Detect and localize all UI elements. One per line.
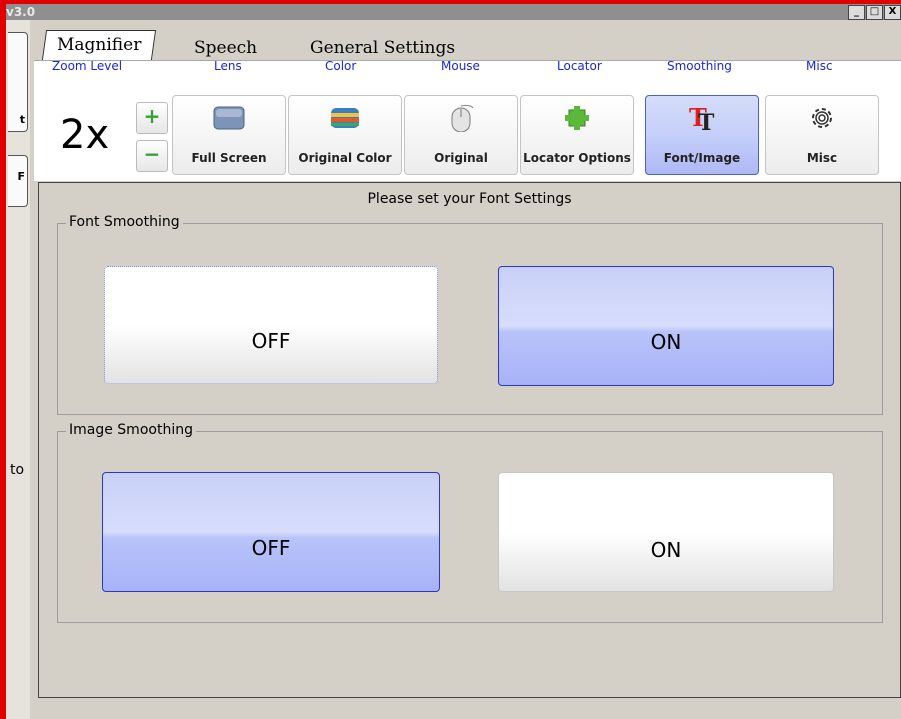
tab-general-settings[interactable]: General Settings	[310, 38, 455, 58]
color-original-button[interactable]: Original Color	[288, 95, 402, 175]
image-smoothing-on-button[interactable]: ON	[498, 472, 834, 592]
lens-rect-icon	[213, 106, 245, 130]
image-smoothing-title: Image Smoothing	[66, 422, 196, 438]
font-smoothing-group: Font Smoothing OFF ON	[57, 214, 883, 415]
mouse-button-label: Original	[434, 151, 488, 165]
font-smoothing-title: Font Smoothing	[66, 214, 183, 230]
window-controls: _ □ X	[848, 5, 901, 20]
panel-heading: Please set your Font Settings	[367, 191, 572, 207]
image-smoothing-off-button[interactable]: OFF	[102, 472, 440, 592]
zoom-level-label: Zoom Level	[52, 59, 123, 73]
lens-button-label: Full Screen	[191, 151, 267, 165]
maximize-button[interactable]: □	[866, 5, 883, 20]
smoothing-button-label: Font/Image	[663, 151, 741, 165]
close-button[interactable]: X	[884, 5, 901, 20]
misc-button-label: Misc	[806, 151, 838, 165]
svg-text:T: T	[698, 110, 715, 132]
image-smoothing-group: Image Smoothing OFF ON	[57, 422, 883, 623]
settings-panel: Please set your Font Settings Font Smoot…	[38, 182, 901, 698]
zoom-out-button[interactable]: −	[136, 140, 168, 172]
locator-section-label: Locator	[557, 59, 602, 73]
font-smoothing-on-button[interactable]: ON	[498, 266, 834, 386]
font-tt-icon: TT	[689, 104, 715, 132]
font-smoothing-off-button[interactable]: OFF	[104, 266, 438, 384]
smoothing-font-image-button[interactable]: TT Font/Image	[645, 95, 759, 175]
misc-button[interactable]: Misc	[765, 95, 879, 175]
mouse-icon	[451, 104, 474, 132]
locator-options-button[interactable]: Locator Options	[520, 95, 634, 175]
misc-section-label: Misc	[806, 59, 833, 73]
title-bar: v3.0 _ □ X	[6, 4, 901, 20]
window-title: v3.0	[6, 5, 36, 19]
mouse-original-button[interactable]: Original	[404, 95, 518, 175]
zoom-in-button[interactable]: +	[136, 102, 168, 134]
background-button-f[interactable]: F	[8, 155, 28, 207]
zoom-level-value: 2x	[60, 112, 110, 158]
background-text: to	[10, 462, 25, 478]
minimize-button[interactable]: _	[848, 5, 865, 20]
smoothing-section-label: Smoothing	[667, 59, 732, 73]
tab-magnifier[interactable]: Magnifier	[41, 30, 157, 60]
locator-button-label: Locator Options	[523, 151, 631, 165]
color-button-label: Original Color	[298, 151, 392, 165]
lens-full-screen-button[interactable]: Full Screen	[172, 95, 286, 175]
color-section-label: Color	[325, 59, 357, 73]
tab-bar: Magnifier Speech General Settings	[41, 30, 901, 60]
background-window: t F to	[6, 20, 30, 719]
locator-icon	[565, 106, 589, 130]
gear-icon	[812, 108, 832, 128]
color-stripes-icon	[331, 108, 359, 128]
tab-speech[interactable]: Speech	[194, 38, 257, 58]
tab-magnifier-label: Magnifier	[57, 35, 142, 55]
background-button-top[interactable]: t	[8, 32, 28, 132]
mouse-section-label: Mouse	[441, 59, 480, 73]
lens-section-label: Lens	[214, 59, 242, 73]
